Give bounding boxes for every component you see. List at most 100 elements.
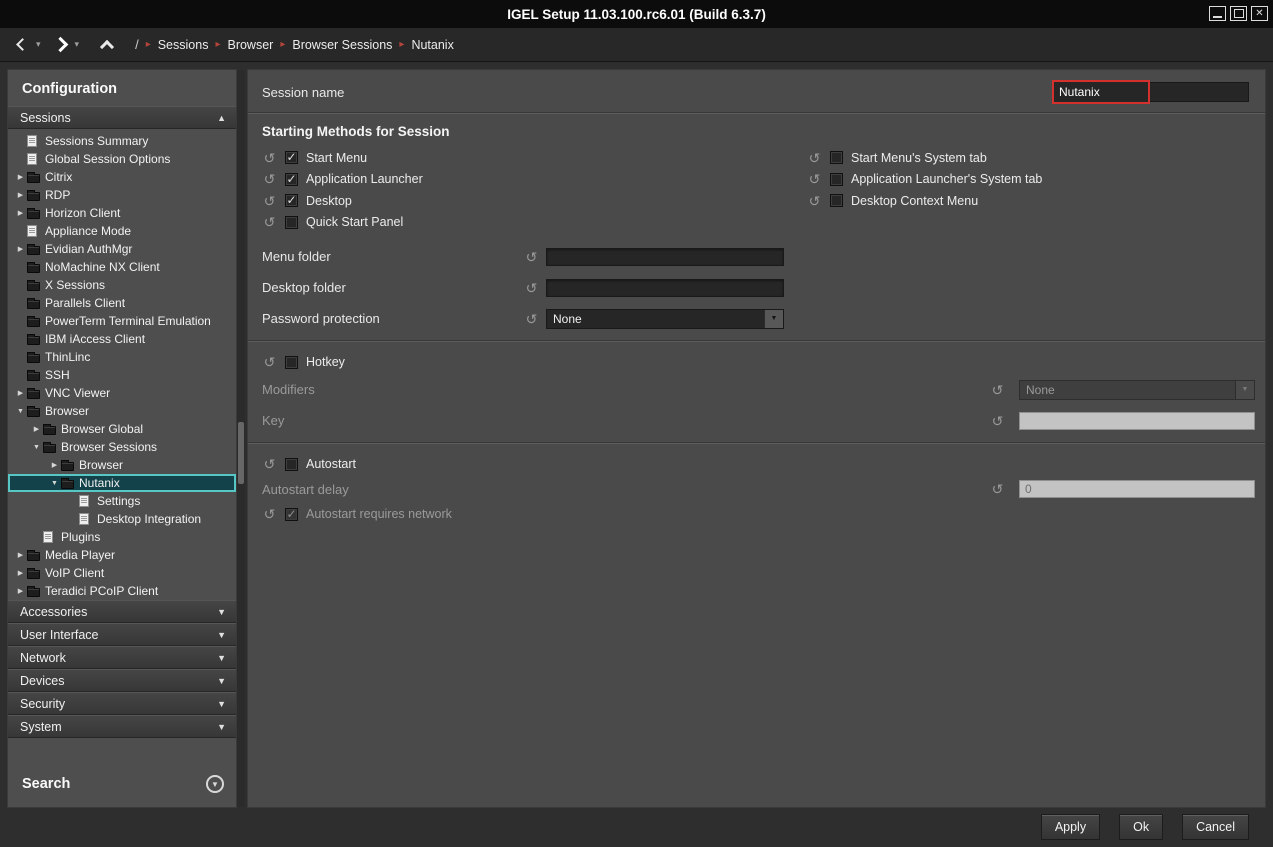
sidebar-section-devices[interactable]: Devices (8, 669, 236, 692)
tree-item-powerterm[interactable]: PowerTerm Terminal Emulation (8, 312, 236, 330)
expand-arrow-icon[interactable] (14, 587, 27, 595)
reset-icon[interactable] (807, 151, 822, 165)
apply-button[interactable]: Apply (1041, 814, 1100, 840)
sidebar-section-network[interactable]: Network (8, 646, 236, 669)
up-button[interactable] (97, 33, 117, 57)
forward-history-caret-icon[interactable] (75, 39, 80, 50)
tree-item-citrix[interactable]: Citrix (8, 168, 236, 186)
collapse-arrow-icon[interactable] (48, 480, 61, 487)
tree-item-appliance-mode[interactable]: Appliance Mode (8, 222, 236, 240)
tree-item-evidian-authmgr[interactable]: Evidian AuthMgr (8, 240, 236, 258)
breadcrumb-root[interactable]: / (135, 37, 139, 52)
tree-item-horizon-client[interactable]: Horizon Client (8, 204, 236, 222)
tree-item-thinlinc[interactable]: ThinLinc (8, 348, 236, 366)
desktop-context-menu-checkbox[interactable] (830, 194, 843, 207)
reset-icon[interactable] (262, 355, 277, 369)
scrollbar-thumb[interactable] (238, 422, 244, 484)
reset-icon[interactable] (262, 507, 277, 521)
tree-item-voip-client[interactable]: VoIP Client (8, 564, 236, 582)
menu-folder-label: Menu folder (262, 249, 524, 264)
reset-icon[interactable] (262, 151, 277, 165)
back-button[interactable] (12, 33, 32, 57)
expand-arrow-icon[interactable] (14, 209, 27, 217)
tree-item-nomachine-nx-client[interactable]: NoMachine NX Client (8, 258, 236, 276)
maximize-icon[interactable] (1230, 6, 1247, 21)
tree-item-teradici-pcoip-client[interactable]: Teradici PCoIP Client (8, 582, 236, 600)
tree-item-browser-sub[interactable]: Browser (8, 456, 236, 474)
hotkey-checkbox[interactable] (285, 356, 298, 369)
reset-icon[interactable] (990, 482, 1005, 496)
tree-item-browser-global[interactable]: Browser Global (8, 420, 236, 438)
expand-arrow-icon[interactable] (30, 425, 43, 433)
tree-item-settings[interactable]: Settings (8, 492, 236, 510)
reset-icon[interactable] (524, 250, 539, 264)
expand-arrow-icon[interactable] (14, 389, 27, 397)
tree-item-global-session-options[interactable]: Global Session Options (8, 150, 236, 168)
expand-arrow-icon[interactable] (14, 173, 27, 181)
ok-button[interactable]: Ok (1119, 814, 1163, 840)
autostart-checkbox[interactable] (285, 458, 298, 471)
start-menu-checkbox[interactable] (285, 151, 298, 164)
breadcrumb-item-browser-sessions[interactable]: Browser Sessions (292, 38, 392, 52)
cancel-button[interactable]: Cancel (1182, 814, 1249, 840)
sidebar-section-sessions[interactable]: Sessions (8, 106, 236, 129)
tree-item-label: X Sessions (43, 278, 105, 292)
sidebar-section-accessories[interactable]: Accessories (8, 600, 236, 623)
close-icon[interactable] (1251, 6, 1268, 21)
tree-item-browser[interactable]: Browser (8, 402, 236, 420)
tree-item-x-sessions[interactable]: X Sessions (8, 276, 236, 294)
tree-item-sessions-summary[interactable]: Sessions Summary (8, 132, 236, 150)
reset-icon[interactable] (262, 172, 277, 186)
sidebar-section-system[interactable]: System (8, 715, 236, 738)
expand-arrow-icon[interactable] (48, 461, 61, 469)
tree-item-nutanix-selected[interactable]: Nutanix (8, 474, 236, 492)
sidebar-section-user-interface[interactable]: User Interface (8, 623, 236, 646)
password-protection-dropdown[interactable]: None (546, 309, 784, 329)
expand-arrow-icon[interactable] (14, 569, 27, 577)
reset-icon[interactable] (524, 312, 539, 326)
reset-icon[interactable] (262, 194, 277, 208)
tree-item-ssh[interactable]: SSH (8, 366, 236, 384)
tree-item-vnc-viewer[interactable]: VNC Viewer (8, 384, 236, 402)
breadcrumb-item-sessions[interactable]: Sessions (158, 38, 209, 52)
expand-arrow-icon[interactable] (14, 551, 27, 559)
reset-icon[interactable] (990, 414, 1005, 428)
session-name-input[interactable]: Nutanix (1053, 82, 1249, 102)
breadcrumb-item-browser[interactable]: Browser (227, 38, 273, 52)
back-arrow-icon (16, 38, 29, 51)
reset-icon[interactable] (262, 215, 277, 229)
collapse-arrow-icon[interactable] (14, 408, 27, 415)
reset-icon[interactable] (807, 172, 822, 186)
application-launcher-system-tab-checkbox[interactable] (830, 173, 843, 186)
reset-icon[interactable] (524, 281, 539, 295)
reset-icon[interactable] (990, 383, 1005, 397)
tree-item-rdp[interactable]: RDP (8, 186, 236, 204)
tree-item-plugins[interactable]: Plugins (8, 528, 236, 546)
expand-arrow-icon[interactable] (14, 245, 27, 253)
window-controls (1209, 6, 1268, 21)
expand-arrow-icon[interactable] (14, 191, 27, 199)
collapse-arrow-icon[interactable] (30, 444, 43, 451)
application-launcher-checkbox[interactable] (285, 173, 298, 186)
reset-icon[interactable] (262, 457, 277, 471)
desktop-checkbox[interactable] (285, 194, 298, 207)
search-expand-button[interactable] (206, 775, 224, 793)
tree-item-desktop-integration[interactable]: Desktop Integration (8, 510, 236, 528)
tree-item-parallels-client[interactable]: Parallels Client (8, 294, 236, 312)
start-menu-system-tab-checkbox[interactable] (830, 151, 843, 164)
tree-item-browser-sessions[interactable]: Browser Sessions (8, 438, 236, 456)
back-history-caret-icon[interactable] (36, 39, 41, 50)
desktop-folder-input[interactable] (546, 279, 784, 297)
breadcrumb-item-nutanix[interactable]: Nutanix (411, 38, 453, 52)
tree-item-media-player[interactable]: Media Player (8, 546, 236, 564)
minimize-icon[interactable] (1209, 6, 1226, 21)
session-name-highlight[interactable]: Nutanix (1052, 80, 1150, 104)
forward-button[interactable] (51, 33, 71, 57)
tree-item-ibm-iaccess-client[interactable]: IBM iAccess Client (8, 330, 236, 348)
sidebar-scrollbar[interactable] (237, 70, 245, 807)
menu-folder-input[interactable] (546, 248, 784, 266)
sidebar-section-security[interactable]: Security (8, 692, 236, 715)
hotkey-label: Hotkey (306, 355, 345, 369)
reset-icon[interactable] (807, 194, 822, 208)
quick-start-panel-checkbox[interactable] (285, 216, 298, 229)
